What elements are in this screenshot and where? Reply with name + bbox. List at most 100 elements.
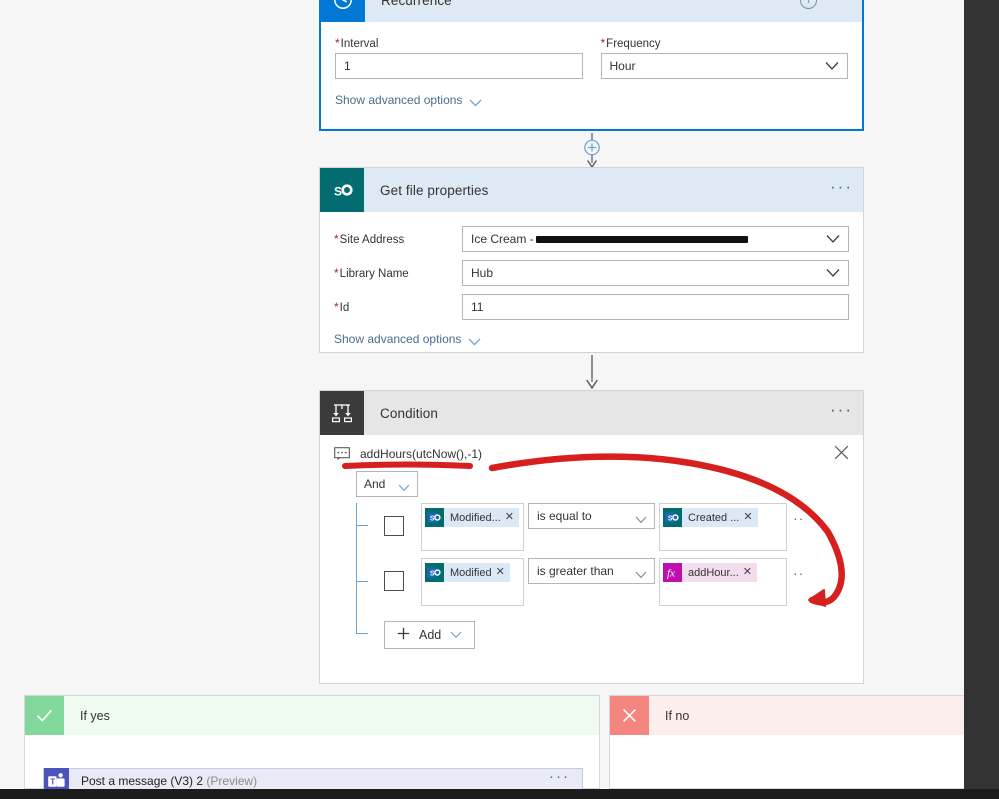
frequency-select[interactable]: Hour [600,53,848,79]
chevron-down-icon [450,628,462,642]
remove-token-icon[interactable]: ✕ [743,512,757,523]
function-fx-icon: fx [663,563,682,582]
chevron-down-icon[interactable] [826,235,840,244]
bottom-dark-band [0,789,999,799]
site-address-row: *Site Address Ice Cream - [334,226,849,252]
recurrence-card-header[interactable]: Recurrence i ··· [321,0,862,22]
required-asterisk: * [600,36,606,50]
if-yes-panel[interactable]: If yes T Post a message (V3) 2 (Preview)… [24,695,600,789]
token-label: Modified [450,566,492,579]
svg-text:S: S [430,571,435,578]
condition-tree-stub [356,525,368,526]
condition-tree-stub [356,581,368,582]
chevron-down-icon [635,513,647,524]
add-condition-label: Add [419,628,442,642]
recurrence-card[interactable]: Recurrence i ··· *Interval 1 *Frequency … [319,0,864,131]
get-file-properties-body: *Site Address Ice Cream - *Library Name [320,212,863,346]
library-name-select[interactable]: Hub [462,260,849,286]
plus-icon [397,627,410,643]
get-file-properties-header[interactable]: S Get file properties ··· [320,168,863,212]
condition-left-operand[interactable]: S Modified... ✕ [421,503,524,551]
if-no-panel[interactable]: If no [609,695,964,789]
condition-expression-bar[interactable]: addHours(utcNow(),-1) [320,435,863,461]
required-asterisk: * [334,232,339,246]
chevron-down-icon [398,481,410,492]
library-name-value: Hub [471,266,494,280]
if-yes-header: If yes [25,696,599,735]
token-chip[interactable]: S Modified ✕ [425,563,510,582]
condition-operator-text: is greater than [537,564,614,578]
token-label: Created ... [688,511,740,524]
sharepoint-icon: S [425,508,444,527]
condition-row-menu-button[interactable]: ·· [793,511,804,525]
condition-row-checkbox[interactable] [384,571,404,591]
token-chip[interactable]: S Modified... ✕ [425,508,519,527]
remove-token-icon[interactable]: ✕ [496,567,510,578]
redacted-url-bar [535,235,748,243]
site-address-select[interactable]: Ice Cream - [462,226,849,252]
interval-value: 1 [344,59,351,73]
get-file-properties-menu-button[interactable]: ··· [830,178,853,197]
condition-row-menu-button[interactable]: ·· [793,566,804,580]
recurrence-show-advanced-options[interactable]: Show advanced options [335,93,848,107]
condition-tree-stub [356,633,368,634]
post-a-message-action-card[interactable]: T Post a message (V3) 2 (Preview) ··· [43,768,583,789]
interval-input[interactable]: 1 [335,53,583,79]
site-address-label: *Site Address [334,232,405,246]
condition-operator-dropdown[interactable]: is greater than [528,558,655,584]
chevron-down-icon[interactable] [825,62,839,71]
if-yes-title: If yes [80,708,110,723]
token-chip[interactable]: fx addHour... ✕ [663,563,757,582]
svg-text:S: S [430,516,435,523]
sharepoint-icon: S [663,508,682,527]
required-asterisk: * [334,300,339,314]
condition-menu-button[interactable]: ··· [830,401,853,420]
condition-card[interactable]: Condition ··· addHours(utcNow(),-1) And … [319,390,864,684]
teams-icon: T [44,768,69,789]
preview-tag: (Preview) [206,773,258,788]
condition-expression-text: addHours(utcNow(),-1) [360,447,483,461]
token-label: Modified... [450,511,501,524]
show-advanced-label: Show advanced options [334,332,462,346]
id-row: *Id 11 [334,294,849,320]
if-no-header: If no [610,696,964,735]
post-a-message-menu-button[interactable]: ··· [549,769,570,784]
sharepoint-icon: S [425,563,444,582]
recurrence-menu-button[interactable]: ··· [829,0,852,7]
show-advanced-label: Show advanced options [335,93,463,107]
condition-left-operand[interactable]: S Modified ✕ [421,558,524,606]
condition-operator-select[interactable]: And [356,471,418,497]
close-icon[interactable] [834,445,849,460]
flow-designer-canvas: Recurrence i ··· *Interval 1 *Frequency … [0,0,964,789]
cross-icon [610,696,649,735]
library-name-row: *Library Name Hub [334,260,849,286]
condition-right-operand[interactable]: S Created ... ✕ [659,503,787,551]
condition-operator-dropdown[interactable]: is equal to [528,503,655,529]
condition-card-header[interactable]: Condition ··· [320,391,863,435]
getfile-show-advanced-options[interactable]: Show advanced options [334,332,849,346]
chevron-down-icon[interactable] [826,269,840,278]
condition-row: S Modified ✕ is greater than fx addHour.… [384,558,863,606]
frequency-label: *Frequency [600,36,661,50]
remove-token-icon[interactable]: ✕ [743,567,757,578]
get-file-properties-card[interactable]: S Get file properties ··· *Site Address … [319,167,864,353]
required-asterisk: * [335,36,340,50]
recurrence-card-body: *Interval 1 *Frequency Hour Show advance… [321,22,862,107]
token-chip[interactable]: S Created ... ✕ [663,508,758,527]
id-input[interactable]: 11 [462,294,849,320]
condition-branch-icon [320,391,364,435]
sharepoint-icon: S [320,168,364,212]
checkmark-icon [25,696,64,735]
condition-row-checkbox[interactable] [384,516,404,536]
right-dark-band [964,0,999,799]
required-asterisk: * [334,266,339,280]
id-value: 11 [471,300,484,314]
condition-right-operand[interactable]: fx addHour... ✕ [659,558,787,606]
remove-token-icon[interactable]: ✕ [505,512,519,523]
add-condition-button[interactable]: Add [384,621,476,649]
condition-rows: S Modified... ✕ is equal to S Created ..… [356,503,863,649]
clock-icon [321,0,365,22]
site-address-value: Ice Cream - [471,232,534,246]
info-icon[interactable]: i [800,0,818,9]
frequency-field-group: *Frequency Hour [600,36,848,79]
